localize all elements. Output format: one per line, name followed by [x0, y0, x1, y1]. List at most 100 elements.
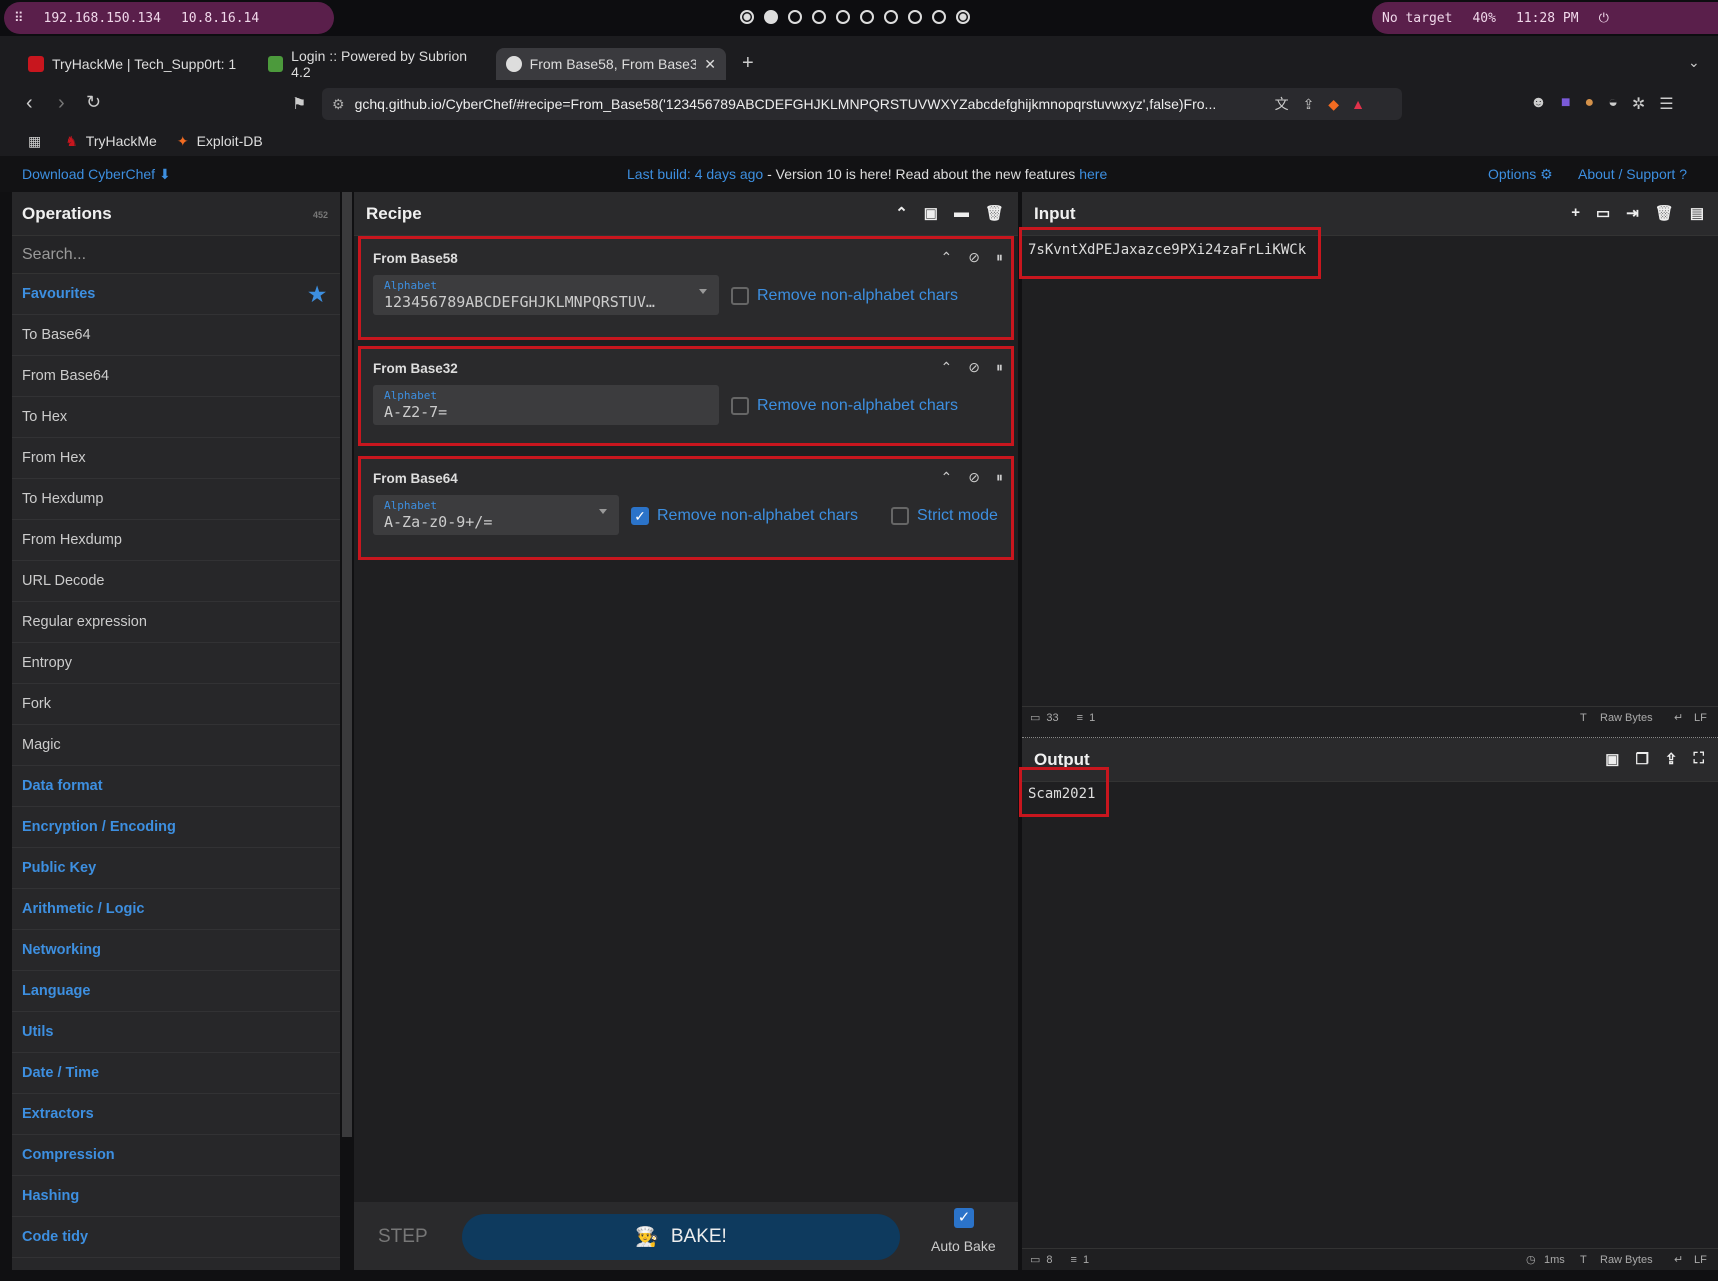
maximise-icon[interactable]: ⛶ [1693, 750, 1704, 768]
op-fork[interactable]: Fork [12, 684, 340, 725]
alphabet-select[interactable]: Alphabet A-Za-z0-9+/= [373, 495, 619, 535]
shield-icon[interactable]: ◆ [1328, 96, 1339, 113]
strict-mode-checkbox[interactable]: Strict mode [891, 507, 998, 525]
remove-nonalphabet-checkbox[interactable]: Remove non-alphabet chars [731, 397, 958, 415]
category-public-key[interactable]: Public Key [12, 848, 340, 889]
autobake-checkbox[interactable]: ✓ [954, 1208, 974, 1228]
op-magic[interactable]: Magic [12, 725, 340, 766]
trash-icon[interactable]: 🗑 [1655, 204, 1674, 222]
category-date-time[interactable]: Date / Time [12, 1053, 340, 1094]
category-networking[interactable]: Networking [12, 930, 340, 971]
bake-button[interactable]: 👨‍🍳 BAKE! [462, 1214, 900, 1260]
input-eol[interactable]: LF [1694, 712, 1707, 724]
output-encoding[interactable]: Raw Bytes [1600, 1254, 1653, 1266]
cookie-icon[interactable]: ● [1585, 94, 1595, 114]
save-icon[interactable]: ▣ [1605, 750, 1619, 768]
category-language[interactable]: Language [12, 971, 340, 1012]
workspace-indicator[interactable] [740, 10, 970, 24]
collapse-icon[interactable]: ⌃ [941, 359, 953, 376]
power-icon[interactable]: ⏻ [1599, 11, 1609, 26]
copy-icon[interactable]: ❐ [1635, 750, 1648, 768]
close-icon[interactable]: ✕ [704, 56, 716, 73]
op-to-base64[interactable]: To Base64 [12, 315, 340, 356]
forward-icon[interactable]: › [58, 92, 65, 115]
remove-nonalphabet-checkbox[interactable]: Remove non-alphabet chars [731, 287, 958, 305]
op-from-hexdump[interactable]: From Hexdump [12, 520, 340, 561]
open-file-icon[interactable]: ⇥ [1626, 204, 1639, 222]
rewards-icon[interactable]: ▲ [1351, 96, 1365, 112]
address-bar[interactable]: ⚙ gchq.github.io/CyberChef/#recipe=From_… [322, 88, 1402, 120]
options-button[interactable]: Options ⚙ [1488, 166, 1553, 183]
category-code-tidy[interactable]: Code tidy [12, 1217, 340, 1258]
save-icon[interactable]: ▣ [924, 204, 938, 222]
new-tab-button[interactable]: + [742, 52, 754, 75]
replace-input-icon[interactable]: ⇪ [1665, 750, 1678, 768]
reload-icon[interactable]: ↻ [86, 92, 101, 113]
site-info-icon[interactable]: ⚙ [332, 96, 345, 113]
category-arithmetic[interactable]: Arithmetic / Logic [12, 889, 340, 930]
collapse-icon[interactable]: ⌃ [895, 204, 908, 222]
disable-icon[interactable]: ⊘ [968, 469, 980, 486]
disable-icon[interactable]: ⊘ [968, 249, 980, 266]
translate-icon[interactable]: 文 [1275, 94, 1289, 114]
bookmark-icon[interactable]: ⚑ [292, 94, 306, 114]
operations-header: Operations 452 [12, 192, 340, 236]
op-from-base64[interactable]: From Base64 [12, 356, 340, 397]
operations-search[interactable]: Search... [12, 236, 340, 274]
category-hashing[interactable]: Hashing [12, 1176, 340, 1217]
menu-icon[interactable]: ☰ [1659, 94, 1673, 114]
pause-icon[interactable]: ⏸ [996, 469, 1003, 486]
alphabet-select[interactable]: Alphabet 123456789ABCDEFGHJKLMNPQRSTUV… [373, 275, 719, 315]
trash-icon[interactable]: 🗑 [985, 204, 1004, 222]
extensions-icon[interactable]: ✲ [1632, 94, 1645, 114]
add-icon[interactable]: + [1571, 204, 1580, 222]
about-button[interactable]: About / Support ? [1578, 166, 1687, 182]
category-compression[interactable]: Compression [12, 1135, 340, 1176]
here-link[interactable]: here [1079, 166, 1107, 182]
category-data-format[interactable]: Data format [12, 766, 340, 807]
open-folder-icon[interactable]: ▭ [1596, 204, 1610, 222]
apps-grid-icon[interactable]: ▦ [28, 133, 41, 150]
pause-icon[interactable]: ⏸ [996, 359, 1003, 376]
share-icon[interactable]: ⇪ [1303, 96, 1315, 113]
split-handle[interactable] [1022, 728, 1718, 738]
operations-scrollbar[interactable] [342, 192, 352, 1137]
download-link[interactable]: Download CyberChef ⬇ [22, 166, 171, 183]
op-to-hex[interactable]: To Hex [12, 397, 340, 438]
output-eol[interactable]: LF [1694, 1254, 1707, 1266]
tab-cyberchef[interactable]: From Base58, From Base32, ✕ [496, 48, 726, 80]
bookmark-tryhackme[interactable]: TryHackMe [86, 133, 157, 149]
input-encoding[interactable]: Raw Bytes [1600, 712, 1653, 724]
tab-list-icon[interactable]: ⌄ [1688, 54, 1700, 71]
volume-level[interactable]: 40% [1472, 11, 1495, 26]
alphabet-input[interactable]: Alphabet A-Z2-7= [373, 385, 719, 425]
category-utils[interactable]: Utils [12, 1012, 340, 1053]
extension-icon-1[interactable]: ☻ [1530, 94, 1547, 114]
op-entropy[interactable]: Entropy [12, 643, 340, 684]
remove-nonalphabet-checkbox[interactable]: ✓ Remove non-alphabet chars [631, 507, 858, 525]
bookmark-exploitdb[interactable]: Exploit-DB [197, 133, 263, 149]
op-url-decode[interactable]: URL Decode [12, 561, 340, 602]
op-from-hex[interactable]: From Hex [12, 438, 340, 479]
url-text: gchq.github.io/CyberChef/#recipe=From_Ba… [354, 96, 1217, 112]
disable-icon[interactable]: ⊘ [968, 359, 980, 376]
pause-icon[interactable]: ⏸ [996, 249, 1003, 266]
layout-icon[interactable]: ▤ [1690, 204, 1704, 222]
step-button[interactable]: STEP [378, 1226, 428, 1248]
collapse-icon[interactable]: ⌃ [941, 249, 953, 266]
tab-tryhackme[interactable]: TryHackMe | Tech_Supp0rt: 1 [18, 48, 248, 80]
op-to-hexdump[interactable]: To Hexdump [12, 479, 340, 520]
category-favourites[interactable]: Favourites ★ [12, 274, 340, 315]
extension-icon-2[interactable]: ■ [1561, 94, 1571, 114]
back-icon[interactable]: ‹ [26, 92, 33, 115]
tab-subrion[interactable]: Login :: Powered by Subrion 4.2 [258, 48, 490, 80]
io-panel: Input + ▭ ⇥ 🗑 ▤ 7sKvntXdPEJaxazce9PXi24z… [1022, 192, 1718, 1270]
ingredient-from-base58: From Base58 ⌃ ⊘ ⏸ Alphabet 123456789ABCDEF… [358, 236, 1014, 340]
category-encryption[interactable]: Encryption / Encoding [12, 807, 340, 848]
folder-icon[interactable]: ▬ [954, 204, 969, 222]
collapse-icon[interactable]: ⌃ [941, 469, 953, 486]
category-extractors[interactable]: Extractors [12, 1094, 340, 1135]
apps-icon[interactable]: ⠿ [14, 11, 24, 26]
op-regex[interactable]: Regular expression [12, 602, 340, 643]
extension-icon-3[interactable]: ◒ [1608, 94, 1618, 114]
